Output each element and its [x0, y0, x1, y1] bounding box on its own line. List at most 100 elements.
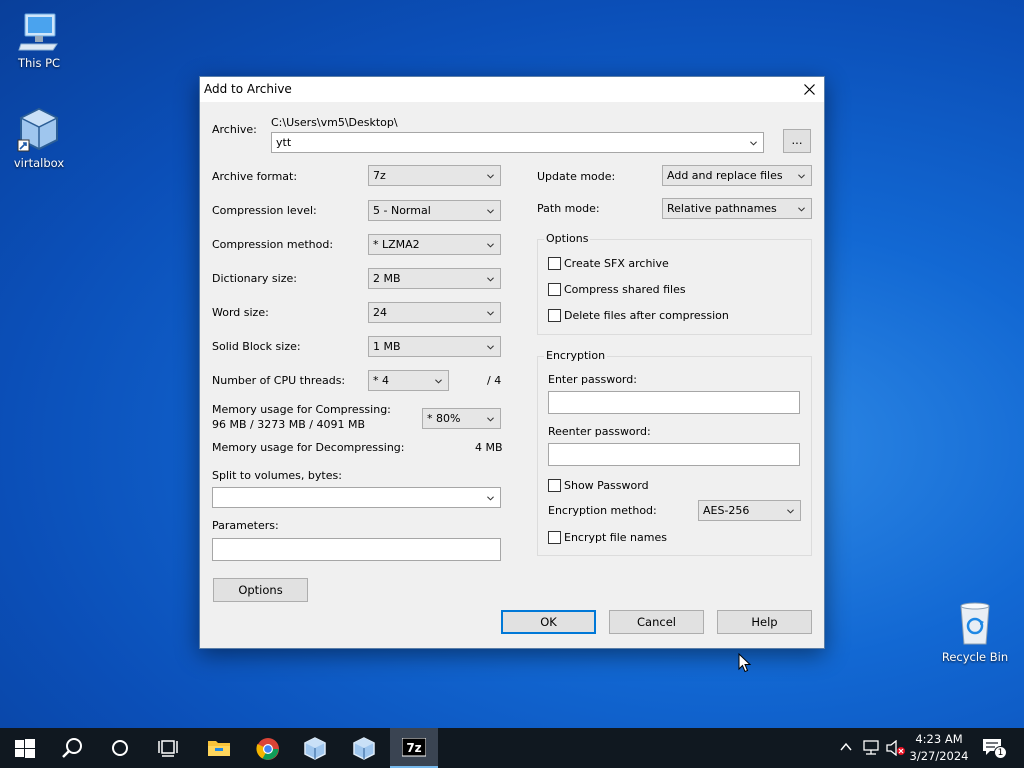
compression-method-label: Compression method:	[212, 238, 334, 251]
solid-block-size-value: 1 MB	[373, 340, 401, 353]
recycle-bin-icon	[960, 602, 990, 645]
archive-name-value: ytt	[276, 136, 292, 149]
windows-logo-icon	[15, 739, 35, 758]
folder-icon	[208, 741, 230, 756]
memory-compress-detail: 96 MB / 3273 MB / 4091 MB	[212, 418, 365, 431]
chevron-down-icon	[798, 174, 805, 179]
memory-usage-select[interactable]: * 80%	[422, 408, 501, 429]
parameters-input[interactable]	[212, 538, 501, 561]
encryption-method-select[interactable]: AES-256	[698, 500, 801, 521]
title-bar[interactable]: Add to Archive	[200, 77, 824, 102]
solid-block-size-select[interactable]: 1 MB	[368, 336, 501, 357]
update-mode-select[interactable]: Add and replace files	[662, 165, 812, 186]
encryption-group-title: Encryption	[544, 349, 608, 362]
chevron-down-icon	[487, 174, 494, 179]
dictionary-size-value: 2 MB	[373, 272, 401, 285]
cortana-button[interactable]	[96, 728, 144, 768]
chevron-down-icon	[787, 509, 794, 514]
delete-after-checkbox[interactable]	[548, 309, 561, 322]
virtualbox-taskbar-button-2[interactable]	[340, 728, 388, 768]
notification-badge: 1	[994, 746, 1007, 759]
path-mode-label: Path mode:	[537, 202, 600, 215]
split-volumes-combo[interactable]	[212, 487, 501, 508]
dictionary-size-select[interactable]: 2 MB	[368, 268, 501, 289]
desktop-icon-recycle-bin[interactable]: Recycle Bin	[938, 600, 1012, 664]
virtualbox-icon	[304, 737, 326, 760]
close-button[interactable]	[794, 77, 824, 102]
archive-name-combo[interactable]: ytt	[271, 132, 764, 153]
encrypt-names-checkbox[interactable]	[548, 531, 561, 544]
chevron-down-icon	[487, 243, 494, 248]
clock-date[interactable]: 3/27/2024	[904, 749, 974, 763]
dialog-title: Add to Archive	[204, 82, 292, 96]
enter-password-input[interactable]	[548, 391, 800, 414]
chevron-down-icon	[487, 209, 494, 214]
close-icon	[803, 84, 815, 95]
start-button[interactable]	[0, 728, 48, 768]
compression-method-value: * LZMA2	[373, 238, 420, 251]
network-icon[interactable]	[862, 740, 880, 756]
memory-usage-value: * 80%	[427, 412, 461, 425]
path-mode-select[interactable]: Relative pathnames	[662, 198, 812, 219]
reenter-password-input[interactable]	[548, 443, 800, 466]
7zip-taskbar-button[interactable]: 7z	[390, 728, 438, 768]
chevron-down-icon	[487, 345, 494, 350]
cpu-threads-value: * 4	[373, 374, 389, 387]
options-group-title: Options	[544, 232, 591, 245]
show-password-checkbox[interactable]	[548, 479, 561, 492]
reenter-password-label: Reenter password:	[548, 425, 651, 438]
search-icon	[62, 738, 82, 758]
add-to-archive-dialog: Add to Archive Archive: C:\Users\vm5\Des…	[199, 76, 825, 649]
compress-shared-checkbox[interactable]	[548, 283, 561, 296]
cpu-threads-select[interactable]: * 4	[368, 370, 449, 391]
volume-muted-icon[interactable]	[886, 740, 906, 756]
cancel-button[interactable]: Cancel	[609, 610, 704, 634]
computer-icon	[18, 13, 58, 51]
file-explorer-button[interactable]	[194, 728, 242, 768]
chevron-down-icon	[487, 496, 494, 501]
options-button[interactable]: Options	[213, 578, 308, 602]
browse-button[interactable]: ...	[783, 129, 811, 153]
dictionary-size-label: Dictionary size:	[212, 272, 297, 285]
compression-level-label: Compression level:	[212, 204, 317, 217]
archive-format-select[interactable]: 7z	[368, 165, 501, 186]
compression-level-select[interactable]: 5 - Normal	[368, 200, 501, 221]
chrome-button[interactable]	[243, 728, 291, 768]
enter-password-label: Enter password:	[548, 373, 637, 386]
encryption-method-label: Encryption method:	[548, 504, 657, 517]
clock-time[interactable]: 4:23 AM	[904, 732, 974, 746]
taskbar: 7z 4:23 AM 3/27/2024 1	[0, 728, 1024, 768]
desktop-icon-this-pc[interactable]: This PC	[2, 10, 76, 70]
chevron-down-icon	[435, 379, 442, 384]
memory-decompress-value: 4 MB	[475, 441, 503, 454]
7zip-icon: 7z	[402, 738, 426, 757]
virtualbox-icon	[17, 107, 59, 152]
memory-compress-label: Memory usage for Compressing:	[212, 403, 391, 416]
create-sfx-checkbox[interactable]	[548, 257, 561, 270]
chevron-down-icon	[487, 417, 494, 422]
delete-after-label: Delete files after compression	[564, 309, 729, 322]
chevron-down-icon	[487, 277, 494, 282]
task-view-button[interactable]	[144, 728, 192, 768]
show-password-label: Show Password	[564, 479, 649, 492]
compression-method-select[interactable]: * LZMA2	[368, 234, 501, 255]
virtualbox-taskbar-button-1[interactable]	[291, 728, 339, 768]
encryption-method-value: AES-256	[703, 504, 750, 517]
word-size-select[interactable]: 24	[368, 302, 501, 323]
compress-shared-label: Compress shared files	[564, 283, 686, 296]
help-button[interactable]: Help	[717, 610, 812, 634]
chevron-up-icon[interactable]	[840, 742, 852, 752]
desktop-icon-virtualbox[interactable]: virtalbox	[2, 106, 76, 170]
ok-button[interactable]: OK	[501, 610, 596, 634]
cpu-threads-label: Number of CPU threads:	[212, 374, 346, 387]
chevron-down-icon	[750, 141, 757, 146]
update-mode-label: Update mode:	[537, 170, 616, 183]
solid-block-size-label: Solid Block size:	[212, 340, 301, 353]
archive-format-value: 7z	[373, 169, 386, 182]
encrypt-names-label: Encrypt file names	[564, 531, 667, 544]
desktop-icon-label: This PC	[17, 56, 61, 70]
action-center-button[interactable]: 1	[982, 738, 1007, 760]
search-button[interactable]	[48, 728, 96, 768]
chrome-icon	[256, 738, 279, 760]
desktop-icon-label: virtalbox	[13, 156, 65, 170]
